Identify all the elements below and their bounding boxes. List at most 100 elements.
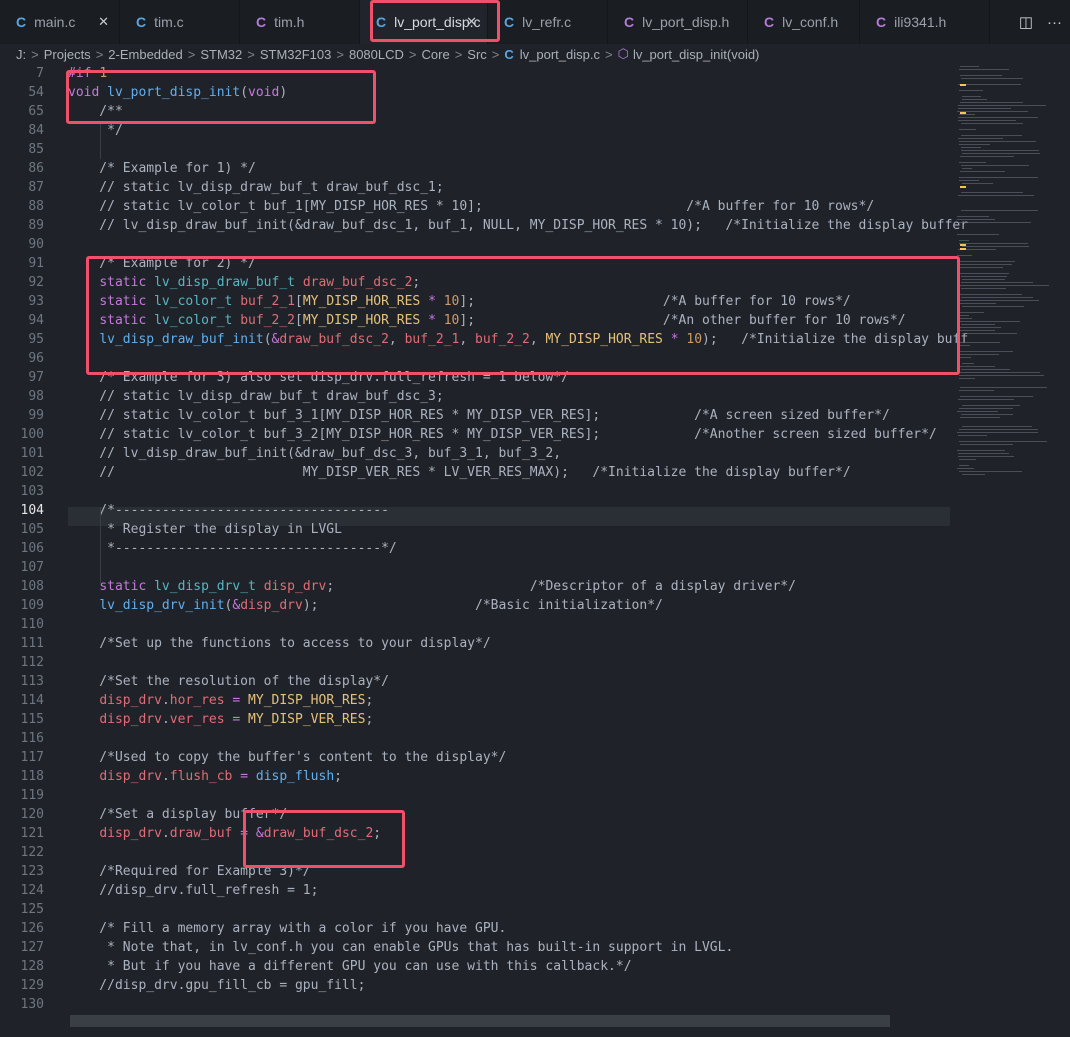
breadcrumb-folder[interactable]: Src — [467, 47, 487, 62]
code-line[interactable]: 104 /*----------------------------------… — [0, 501, 950, 520]
tab-tim-c[interactable]: Ctim.c — [120, 0, 240, 44]
line-number: 87 — [28, 180, 44, 195]
tab-tim-h[interactable]: Ctim.h — [240, 0, 360, 44]
code-line[interactable]: 119 — [0, 786, 950, 805]
code-line[interactable]: 108 static lv_disp_drv_t disp_drv; /*Des… — [0, 577, 950, 596]
line-number: 125 — [20, 902, 44, 917]
minimap-line — [957, 234, 999, 235]
minimap-line — [958, 399, 1014, 400]
line-number: 54 — [28, 85, 44, 100]
code-line[interactable]: 103 — [0, 482, 950, 501]
code-line[interactable]: 116 — [0, 729, 950, 748]
minimap-line — [962, 474, 985, 475]
breadcrumb-file[interactable]: lv_port_disp.c — [520, 47, 600, 62]
code-line[interactable]: 124 //disp_drv.full_refresh = 1; — [0, 881, 950, 900]
breadcrumb-folder[interactable]: 2-Embedded — [108, 47, 182, 62]
code-line[interactable]: 111 /*Set up the functions to access to … — [0, 634, 950, 653]
breadcrumb-drive[interactable]: J: — [16, 47, 26, 62]
minimap-line — [962, 405, 1020, 406]
tab-main-c[interactable]: Cmain.c ✕ — [0, 0, 120, 44]
code-line[interactable]: 129 //disp_drv.gpu_fill_cb = gpu_fill; — [0, 976, 950, 995]
line-number: 89 — [28, 218, 44, 233]
breadcrumb-folder[interactable]: 8080LCD — [349, 47, 404, 62]
breadcrumb-separator: > — [336, 46, 344, 62]
code-line[interactable]: 106 *----------------------------------*… — [0, 539, 950, 558]
code-line[interactable]: 101 // lv_disp_draw_buf_init(&draw_buf_d… — [0, 444, 950, 463]
code-line[interactable]: 100 // static lv_color_t buf_3_2[MY_DISP… — [0, 425, 950, 444]
line-number: 107 — [20, 560, 44, 575]
minimap-line — [957, 450, 1005, 451]
minimap-line — [960, 444, 1013, 445]
minimap-line — [957, 216, 989, 217]
minimap-line — [958, 108, 1011, 109]
code-line[interactable]: 85 — [0, 140, 950, 159]
minimap-line — [959, 90, 983, 91]
code-line[interactable]: 128 * But if you have a different GPU yo… — [0, 957, 950, 976]
minimap-line — [962, 363, 974, 364]
code-line[interactable]: 89 // lv_disp_draw_buf_init(&draw_buf_ds… — [0, 216, 968, 235]
code-line[interactable]: 113 /*Set the resolution of the display*… — [0, 672, 950, 691]
code-line[interactable]: 120 /*Set a display buffer*/ — [0, 805, 950, 824]
horizontal-scrollbar[interactable] — [70, 1015, 890, 1027]
minimap-line — [962, 168, 972, 169]
indent-guide — [100, 507, 101, 583]
code-line[interactable]: 115 disp_drv.ver_res = MY_DISP_VER_RES; — [0, 710, 950, 729]
minimap-line — [958, 456, 1014, 457]
close-icon[interactable]: ✕ — [98, 14, 109, 30]
code-line[interactable]: 102 // MY_DISP_VER_RES * LV_VER_RES_MAX)… — [0, 463, 950, 482]
line-number: 104 — [20, 503, 44, 518]
code-line[interactable]: 130 — [0, 995, 950, 1014]
code-line[interactable]: 99 // static lv_color_t buf_3_1[MY_DISP_… — [0, 406, 950, 425]
code-line[interactable]: 88 // static lv_color_t buf_1[MY_DISP_HO… — [0, 197, 950, 216]
minimap-line — [958, 195, 1034, 196]
code-line[interactable]: 105 * Register the display in LVGL — [0, 520, 950, 539]
c-header-file-icon: C — [876, 14, 887, 30]
minimap-marker — [960, 186, 966, 188]
tab-lv-refr-c[interactable]: Clv_refr.c — [488, 0, 608, 44]
code-line[interactable]: 117 /*Used to copy the buffer's content … — [0, 748, 950, 767]
breadcrumb-folder[interactable]: Core — [422, 47, 450, 62]
code-line[interactable]: 107 — [0, 558, 950, 577]
tab-lv-conf-h[interactable]: Clv_conf.h — [748, 0, 860, 44]
code-line[interactable]: 122 — [0, 843, 950, 862]
breadcrumb-symbol[interactable]: lv_port_disp_init(void) — [633, 47, 759, 62]
minimap[interactable] — [955, 66, 1070, 486]
tab-ili9341-h[interactable]: Cili9341.h — [860, 0, 990, 44]
line-number: 91 — [28, 256, 44, 271]
highlight-box-example-2-buffers — [86, 256, 960, 375]
code-line[interactable]: 86 /* Example for 1) */ — [0, 159, 950, 178]
minimap-line — [959, 162, 986, 163]
line-number: 120 — [20, 807, 44, 822]
code-line[interactable]: 114 disp_drv.hor_res = MY_DISP_HOR_RES; — [0, 691, 950, 710]
minimap-line — [959, 141, 1036, 142]
code-text: // lv_disp_draw_buf_init(&draw_buf_dsc_1… — [68, 218, 969, 233]
line-number: 95 — [28, 332, 44, 347]
code-line[interactable]: 90 — [0, 235, 950, 254]
minimap-line — [958, 105, 1046, 106]
breadcrumb-folder[interactable]: Projects — [44, 47, 91, 62]
code-line[interactable]: 126 /* Fill a memory array with a color … — [0, 919, 950, 938]
code-line[interactable]: 110 — [0, 615, 950, 634]
code-text: /*Set up the functions to access to your… — [68, 636, 491, 651]
code-line[interactable]: 87 // static lv_disp_draw_buf_t draw_buf… — [0, 178, 950, 197]
code-line[interactable]: 127 * Note that, in lv_conf.h you can en… — [0, 938, 950, 957]
more-actions-icon[interactable]: ··· — [1047, 14, 1062, 31]
line-number: 116 — [20, 731, 44, 746]
code-line[interactable]: 123 /*Required for Example 3)*/ — [0, 862, 950, 881]
code-line[interactable]: 125 — [0, 900, 950, 919]
code-line[interactable]: 121 disp_drv.draw_buf = &draw_buf_dsc_2; — [0, 824, 950, 843]
line-number: 92 — [28, 275, 44, 290]
code-line[interactable]: 109 lv_disp_drv_init(&disp_drv); /*Basic… — [0, 596, 950, 615]
split-editor-icon[interactable]: ◫ — [1019, 13, 1033, 31]
code-editor[interactable]: 7 #if 1 54 void lv_port_disp_init(void) 65 /… — [0, 64, 1070, 1037]
line-number: 108 — [20, 579, 44, 594]
tab-lv-port-disp-h[interactable]: Clv_port_disp.h — [608, 0, 748, 44]
code-text: // lv_disp_draw_buf_init(&draw_buf_dsc_3… — [68, 446, 562, 461]
breadcrumb-folder[interactable]: STM32 — [200, 47, 242, 62]
highlight-box-function-signature — [66, 70, 376, 124]
code-line[interactable]: 112 — [0, 653, 950, 672]
code-line[interactable]: 118 disp_drv.flush_cb = disp_flush; — [0, 767, 950, 786]
code-line[interactable]: 98 // static lv_disp_draw_buf_t draw_buf… — [0, 387, 950, 406]
line-number: 100 — [20, 427, 44, 442]
breadcrumb-folder[interactable]: STM32F103 — [260, 47, 332, 62]
